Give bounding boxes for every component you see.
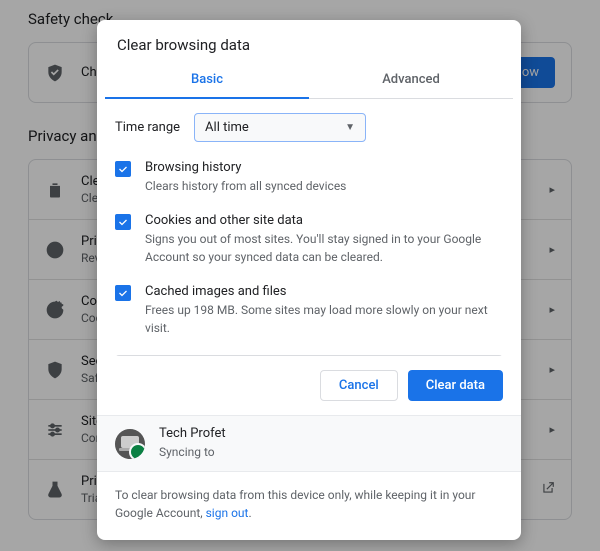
option-title: Cached images and files (145, 284, 503, 299)
time-range-label: Time range (115, 120, 180, 135)
option-title: Cookies and other site data (145, 213, 503, 228)
profile-name: Tech Profet (159, 426, 226, 441)
option-subtitle: Clears history from all synced devices (145, 177, 346, 195)
checkbox[interactable] (115, 214, 131, 230)
time-range-value: All time (205, 120, 249, 135)
cancel-button[interactable]: Cancel (320, 370, 398, 401)
sign-out-link[interactable]: sign out (206, 506, 249, 520)
profile-bar: Tech Profet Syncing to (97, 415, 521, 472)
option-subtitle: Frees up 198 MB. Some sites may load mor… (145, 301, 503, 337)
profile-status: Syncing to (159, 443, 226, 461)
clear-option: Cookies and other site data Signs you out… (115, 213, 503, 266)
clear-option: Cached images and files Frees up 198 MB. … (115, 284, 503, 337)
checkbox[interactable] (115, 285, 131, 301)
dialog-actions: Cancel Clear data (97, 356, 521, 415)
clear-option: Browsing history Clears history from all … (115, 160, 503, 195)
option-subtitle: Signs you out of most sites. You'll stay… (145, 230, 503, 266)
avatar (115, 429, 145, 459)
dialog-tabs: Basic Advanced (105, 62, 513, 99)
checkbox[interactable] (115, 161, 131, 177)
time-range-select[interactable]: All time ▼ (194, 113, 366, 142)
clear-data-button[interactable]: Clear data (408, 370, 503, 401)
tab-advanced[interactable]: Advanced (309, 62, 513, 98)
option-title: Browsing history (145, 160, 346, 175)
clear-browsing-data-dialog: Clear browsing data Basic Advanced Time … (97, 20, 521, 540)
dialog-body: Time range All time ▼ Browsing history Cl… (97, 99, 521, 356)
footnote: To clear browsing data from this device … (97, 472, 521, 540)
tab-basic[interactable]: Basic (105, 62, 309, 99)
chevron-down-icon: ▼ (345, 122, 355, 133)
dialog-title: Clear browsing data (97, 20, 521, 62)
sync-badge-icon (133, 447, 145, 459)
